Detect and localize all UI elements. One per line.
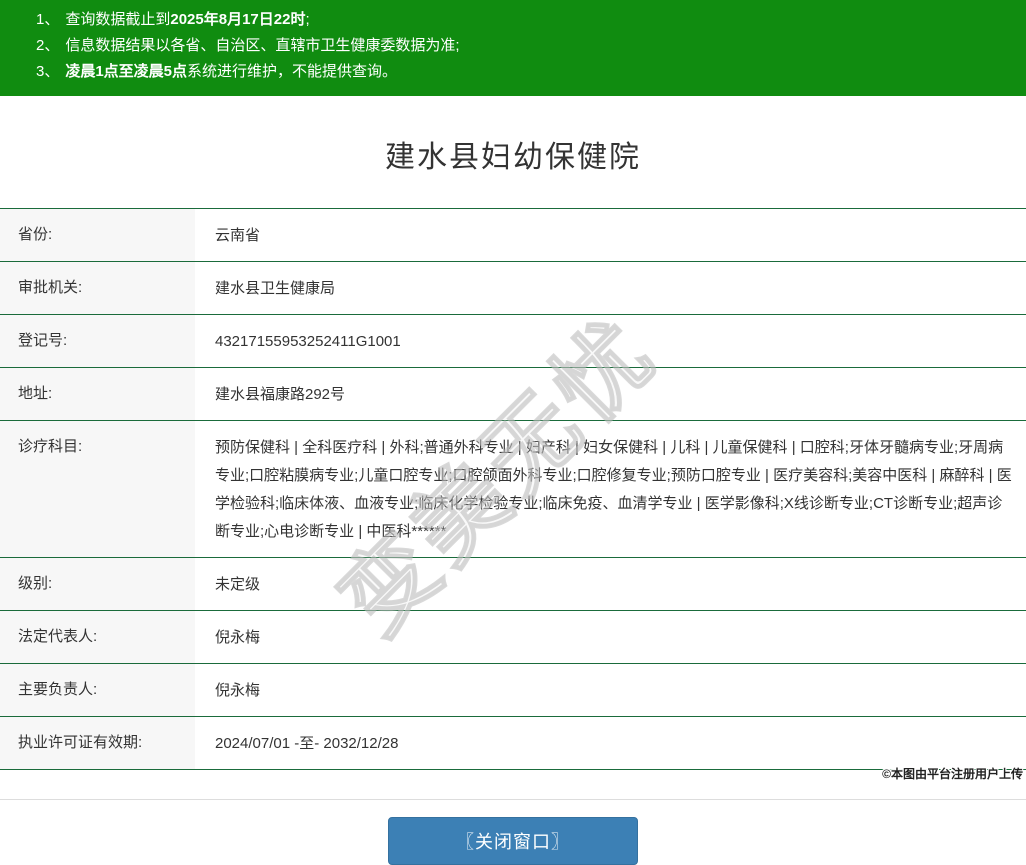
notice-line-1: 1、 查询数据截止到2025年8月17日22时; (0, 7, 1026, 33)
row-value: 倪永梅 (215, 682, 261, 699)
table-row-province: 省份: 云南省 (0, 209, 1026, 262)
table-row-medical-subjects: 诊疗科目: 预防保健科 | 全科医疗科 | 外科;普通外科专业 | 妇产科 | … (0, 421, 1026, 558)
row-value: 2024/07/01 -至- 2032/12/28 (215, 735, 399, 752)
table-row-address: 地址: 建水县福康路292号 (0, 368, 1026, 421)
row-label: 审批机关: (0, 262, 195, 314)
row-value: 43217155953252411G1001 (215, 333, 401, 350)
notice-text: 查询数据截止到 (65, 11, 171, 28)
notice-banner: 1、 查询数据截止到2025年8月17日22时; 2、 信息数据结果以各省、自治区、… (0, 0, 1026, 96)
row-value: 倪永梅 (215, 629, 261, 646)
row-value: 建水县卫生健康局 (215, 280, 336, 297)
row-value: 建水县福康路292号 (215, 386, 346, 403)
table-row-license-validity: 执业许可证有效期: 2024/07/01 -至- 2032/12/28 (0, 717, 1026, 770)
footer-divider (0, 799, 1026, 800)
table-row-level: 级别: 未定级 (0, 558, 1026, 611)
table-row-approval-authority: 审批机关: 建水县卫生健康局 (0, 262, 1026, 315)
row-label: 省份: (0, 209, 195, 261)
row-label: 执业许可证有效期: (0, 717, 195, 769)
row-value: 未定级 (215, 576, 261, 593)
row-label: 地址: (0, 368, 195, 420)
notice-text-bold: 凌晨1点至凌晨5点 (65, 63, 188, 80)
close-window-button[interactable]: 〖关闭窗口〗 (388, 817, 638, 865)
notice-line-3: 3、 凌晨1点至凌晨5点系统进行维护，不能提供查询。 (0, 59, 1026, 85)
notice-line-number: 2、 (36, 37, 60, 54)
upload-credit-badge: ©本图由平台注册用户上传 (882, 767, 1023, 781)
notice-line-2: 2、 信息数据结果以各省、自治区、直辖市卫生健康委数据为准; (0, 33, 1026, 59)
row-label: 主要负责人: (0, 664, 195, 716)
notice-text-bold: 2025年8月17日22时 (170, 11, 306, 28)
institution-info-table: 省份: 云南省 审批机关: 建水县卫生健康局 登记号: 432171559532… (0, 208, 1026, 770)
row-label: 级别: (0, 558, 195, 610)
page-title: 建水县妇幼保健院 (385, 141, 641, 174)
row-label: 登记号: (0, 315, 195, 367)
table-row-principal: 主要负责人: 倪永梅 (0, 664, 1026, 717)
row-label: 法定代表人: (0, 611, 195, 663)
notice-text: 信息数据结果以各省、自治区、直辖市卫生健康委数据为准; (65, 37, 460, 54)
table-row-legal-representative: 法定代表人: 倪永梅 (0, 611, 1026, 664)
row-label: 诊疗科目: (0, 421, 195, 557)
row-value: 预防保健科 | 全科医疗科 | 外科;普通外科专业 | 妇产科 | 妇女保健科 … (215, 439, 1012, 540)
row-value: 云南省 (215, 227, 261, 244)
notice-line-number: 1、 (36, 11, 60, 28)
table-row-registration-number: 登记号: 43217155953252411G1001 (0, 315, 1026, 368)
notice-text: 系统进行维护，不能提供查询。 (187, 63, 398, 80)
notice-text: ; (305, 11, 310, 28)
notice-line-number: 3、 (36, 63, 60, 80)
